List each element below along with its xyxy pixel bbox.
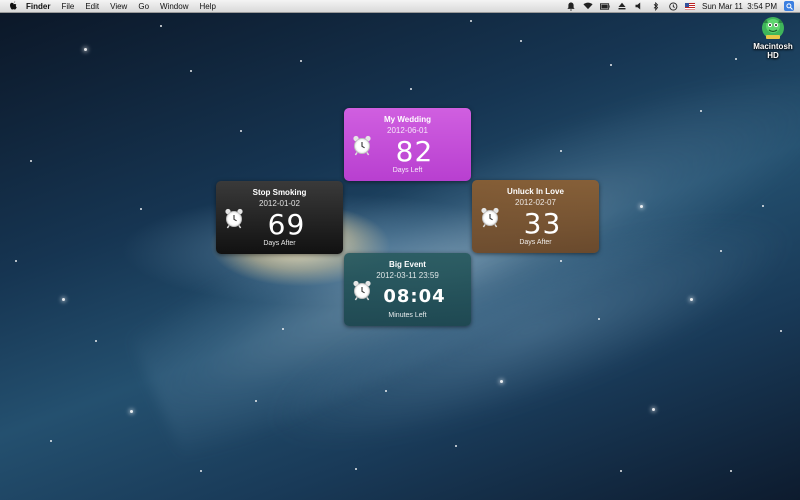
star — [730, 470, 732, 472]
star — [95, 340, 97, 342]
menubar-clock[interactable]: Sun Mar 11 3:54 PM — [702, 2, 777, 11]
countdown-widget-unluck-in-love[interactable]: Unluck In Love 2012-02-07 33 Days After — [472, 180, 599, 253]
apple-icon[interactable] — [8, 1, 18, 11]
widget-caption: Days Left — [392, 167, 423, 174]
desktop-background — [0, 0, 800, 500]
star — [355, 468, 357, 470]
widget-title: Unluck In Love — [507, 187, 564, 196]
widget-caption: Minutes Left — [388, 312, 427, 319]
star — [200, 470, 202, 472]
star — [700, 110, 702, 112]
star — [620, 470, 622, 472]
star — [255, 400, 257, 402]
eject-icon[interactable] — [617, 2, 627, 11]
star — [520, 40, 522, 42]
star — [640, 205, 643, 208]
volume-icon[interactable] — [634, 2, 644, 11]
star — [610, 64, 612, 66]
menu-file[interactable]: File — [61, 2, 74, 11]
widget-title: Stop Smoking — [252, 188, 307, 197]
star — [762, 205, 764, 207]
star — [140, 208, 142, 210]
widget-count: 33 — [523, 207, 562, 240]
us-flag-icon[interactable] — [685, 2, 695, 10]
battery-icon[interactable] — [600, 2, 610, 11]
menu-app-finder[interactable]: Finder — [26, 2, 50, 11]
star — [62, 298, 65, 301]
spotlight-icon[interactable] — [784, 1, 794, 11]
menu-window[interactable]: Window — [160, 2, 188, 11]
countdown-widget-wedding[interactable]: My Wedding 2012-06-01 82 Days Left — [344, 108, 471, 181]
star — [598, 318, 600, 320]
macintosh-hd-label-line1: Macintosh — [753, 42, 793, 51]
star — [160, 25, 162, 27]
bluetooth-icon[interactable] — [651, 1, 661, 11]
widget-count: 08:04 — [383, 286, 446, 307]
star — [690, 298, 693, 301]
menu-help[interactable]: Help — [199, 2, 215, 11]
star — [300, 60, 302, 62]
star — [780, 330, 782, 332]
star — [560, 150, 562, 152]
countdown-widget-big-event[interactable]: Big Event 2012-03-11 23:59 08:04 Minutes… — [344, 253, 471, 326]
star — [720, 250, 722, 252]
macintosh-hd[interactable]: Macintosh HD — [751, 15, 795, 60]
menu-bar: Finder File Edit View Go Window Help Sun… — [0, 0, 800, 13]
menu-edit[interactable]: Edit — [85, 2, 99, 11]
widget-caption: Days After — [263, 240, 296, 247]
star — [410, 88, 412, 90]
notification-icon[interactable] — [566, 2, 576, 11]
macintosh-hd-icon — [760, 15, 786, 41]
widget-caption: Days After — [519, 239, 552, 246]
star — [130, 410, 133, 413]
menu-extras: Sun Mar 11 3:54 PM — [566, 0, 794, 12]
widget-count: 69 — [267, 208, 306, 241]
widget-title: Big Event — [389, 260, 426, 269]
time-machine-icon[interactable] — [668, 1, 678, 11]
star — [282, 328, 284, 330]
macintosh-hd-label-line2: HD — [767, 51, 779, 60]
menu-view[interactable]: View — [110, 2, 127, 11]
star — [735, 58, 737, 60]
menu-go[interactable]: Go — [138, 2, 149, 11]
wifi-icon[interactable] — [583, 2, 593, 11]
star — [15, 260, 17, 262]
star — [560, 260, 562, 262]
widget-count: 82 — [395, 135, 434, 168]
star — [30, 160, 32, 162]
countdown-widget-stop-smoking[interactable]: Stop Smoking 2012-01-02 69 Days After — [216, 181, 343, 254]
star — [500, 380, 503, 383]
star — [455, 445, 457, 447]
star — [190, 70, 192, 72]
widget-title: My Wedding — [384, 115, 431, 124]
star — [240, 130, 242, 132]
star — [652, 408, 655, 411]
star — [385, 390, 387, 392]
star — [50, 440, 52, 442]
star — [470, 20, 472, 22]
star — [84, 48, 87, 51]
